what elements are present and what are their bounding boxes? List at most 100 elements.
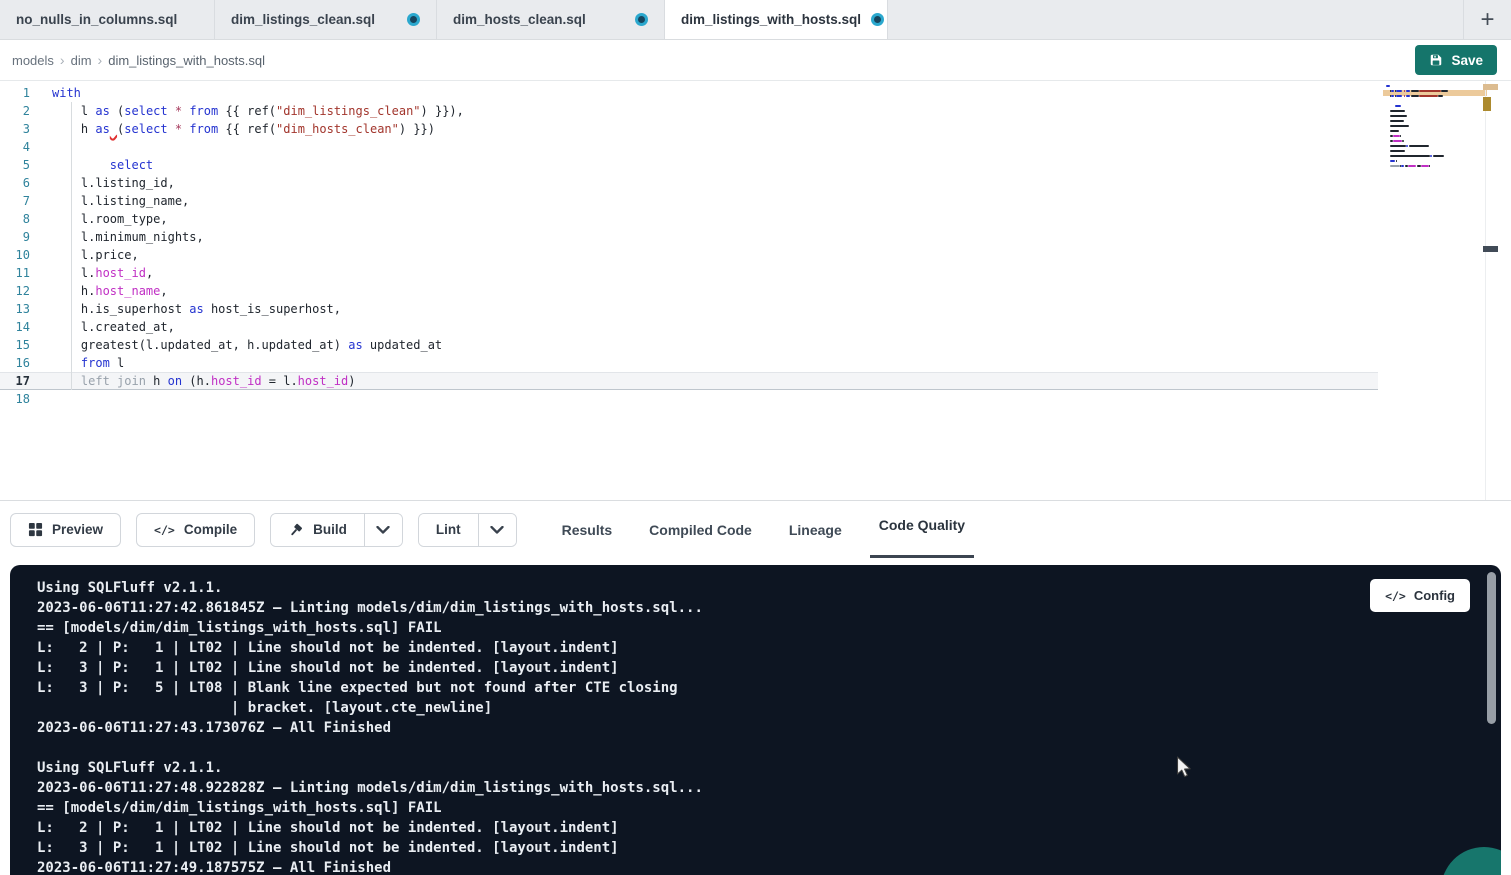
file-tab[interactable]: dim_hosts_clean.sql [437, 0, 665, 39]
code-line-text: l.room_type, [30, 210, 168, 228]
breadcrumb-separator-icon: › [60, 52, 65, 68]
code-line[interactable]: 14 l.created_at, [0, 318, 1378, 336]
preview-button[interactable]: Preview [10, 513, 121, 547]
code-line[interactable]: 16 from l [0, 354, 1378, 372]
overview-ruler [1485, 81, 1486, 500]
panel-tab-code-quality[interactable]: Code Quality [879, 517, 965, 533]
code-line[interactable]: 15 greatest(l.updated_at, h.updated_at) … [0, 336, 1378, 354]
code-lines: 1with2 l as (select * from {{ ref("dim_l… [0, 84, 1511, 408]
breadcrumb-segment[interactable]: models [10, 53, 56, 68]
terminal-line: Using SQLFluff v2.1.1. [37, 758, 1481, 778]
code-line-text [30, 390, 52, 408]
code-line[interactable]: 17 left join h on (h.host_id = l.host_id… [0, 372, 1378, 390]
code-line-text: greatest(l.updated_at, h.updated_at) as … [30, 336, 442, 354]
line-number: 17 [0, 372, 30, 390]
code-line-text: select [30, 156, 153, 174]
line-number: 2 [0, 102, 30, 120]
code-line[interactable]: 7 l.listing_name, [0, 192, 1378, 210]
code-brackets-icon: </> [154, 523, 175, 537]
code-line[interactable]: 8 l.room_type, [0, 210, 1378, 228]
code-line-text: l.price, [30, 246, 139, 264]
lint-button-label: Lint [436, 522, 461, 537]
code-line-text [30, 138, 52, 156]
code-line[interactable]: 1with [0, 84, 1378, 102]
ruler-warning-marker-top [1483, 84, 1498, 90]
line-number: 4 [0, 138, 30, 156]
panel-tab-lineage[interactable]: Lineage [789, 522, 842, 538]
panel-tab-compiled-code[interactable]: Compiled Code [649, 522, 752, 538]
terminal-line: L: 3 | P: 1 | LT02 | Line should not be … [37, 658, 1481, 678]
hammer-icon [288, 522, 304, 538]
preview-button-label: Preview [52, 522, 103, 537]
line-number: 7 [0, 192, 30, 210]
terminal-line: Using SQLFluff v2.1.1. [37, 578, 1481, 598]
line-number: 15 [0, 336, 30, 354]
code-line-text: l.listing_name, [30, 192, 189, 210]
terminal-scrollbar-thumb[interactable] [1487, 572, 1496, 724]
code-line[interactable]: 12 h.host_name, [0, 282, 1378, 300]
file-tab[interactable]: dim_listings_clean.sql [215, 0, 437, 39]
code-line-text: h.is_superhost as host_is_superhost, [30, 300, 341, 318]
code-line-text: from l [30, 354, 124, 372]
terminal-line: 2023-06-06T11:27:43.173076Z — All Finish… [37, 718, 1481, 738]
panel-tabs: Results Compiled Code Lineage Code Quality [562, 501, 966, 558]
code-line[interactable]: 18 [0, 390, 1378, 408]
file-tab-label: dim_listings_with_hosts.sql [681, 12, 861, 27]
line-number: 12 [0, 282, 30, 300]
line-number: 13 [0, 300, 30, 318]
chevron-down-icon [376, 526, 390, 534]
terminal-line: | bracket. [layout.cte_newline] [37, 698, 1481, 718]
save-icon [1429, 53, 1443, 67]
unsaved-indicator-icon [635, 13, 648, 26]
line-number: 5 [0, 156, 30, 174]
file-tab-label: dim_hosts_clean.sql [453, 12, 586, 27]
save-button-label: Save [1451, 53, 1483, 68]
breadcrumb-separator-icon: › [98, 52, 103, 68]
new-tab-button[interactable]: + [1463, 0, 1511, 39]
code-line-text: h as (select * from {{ ref("dim_hosts_cl… [30, 120, 435, 138]
line-number: 6 [0, 174, 30, 192]
breadcrumb-row: models›dim›dim_listings_with_hosts.sql S… [0, 40, 1511, 81]
lint-button[interactable]: Lint [419, 514, 478, 546]
code-line-text: l.minimum_nights, [30, 228, 204, 246]
lint-dropdown-button[interactable] [478, 514, 516, 546]
code-line-text: l.created_at, [30, 318, 175, 336]
code-line[interactable]: 13 h.is_superhost as host_is_superhost, [0, 300, 1378, 318]
config-button[interactable]: </> Config [1370, 579, 1470, 612]
build-dropdown-button[interactable] [364, 514, 402, 546]
code-editor[interactable]: 1with2 l as (select * from {{ ref("dim_l… [0, 81, 1511, 500]
code-line[interactable]: 9 l.minimum_nights, [0, 228, 1378, 246]
build-split-button: Build [270, 513, 403, 547]
lint-split-button: Lint [418, 513, 517, 547]
terminal-line [37, 738, 1481, 758]
file-tab[interactable]: dim_listings_with_hosts.sql [665, 0, 888, 39]
line-number: 10 [0, 246, 30, 264]
code-line[interactable]: 6 l.listing_id, [0, 174, 1378, 192]
terminal-line: L: 2 | P: 1 | LT02 | Line should not be … [37, 818, 1481, 838]
code-line[interactable]: 4 [0, 138, 1378, 156]
code-line[interactable]: 2 l as (select * from {{ ref("dim_listin… [0, 102, 1378, 120]
breadcrumb-segment[interactable]: dim_listings_with_hosts.sql [106, 53, 267, 68]
code-line[interactable]: 11 l.host_id, [0, 264, 1378, 282]
compile-button[interactable]: </> Compile [136, 513, 255, 547]
build-button[interactable]: Build [271, 514, 364, 546]
table-grid-icon [28, 522, 43, 537]
terminal-line: L: 3 | P: 1 | LT02 | Line should not be … [37, 838, 1481, 858]
code-line[interactable]: 10 l.price, [0, 246, 1378, 264]
code-line[interactable]: 5 select [0, 156, 1378, 174]
line-number: 9 [0, 228, 30, 246]
breadcrumb-segment[interactable]: dim [69, 53, 94, 68]
file-tab-label: no_nulls_in_columns.sql [16, 12, 177, 27]
build-button-label: Build [313, 522, 347, 537]
terminal-panel[interactable]: Using SQLFluff v2.1.1. 2023-06-06T11:27:4… [10, 565, 1501, 875]
terminal-output: Using SQLFluff v2.1.1. 2023-06-06T11:27:4… [10, 565, 1501, 875]
save-button[interactable]: Save [1415, 45, 1497, 75]
minimap[interactable] [1386, 85, 1484, 175]
file-tab[interactable]: no_nulls_in_columns.sql [0, 0, 215, 39]
line-number: 18 [0, 390, 30, 408]
code-line-text: left join h on (h.host_id = l.host_id) [30, 372, 355, 390]
panel-tab-results[interactable]: Results [562, 522, 613, 538]
code-line[interactable]: 3 h as (select * from {{ ref("dim_hosts_… [0, 120, 1378, 138]
code-line-text: l.listing_id, [30, 174, 175, 192]
plus-icon: + [1480, 6, 1494, 34]
